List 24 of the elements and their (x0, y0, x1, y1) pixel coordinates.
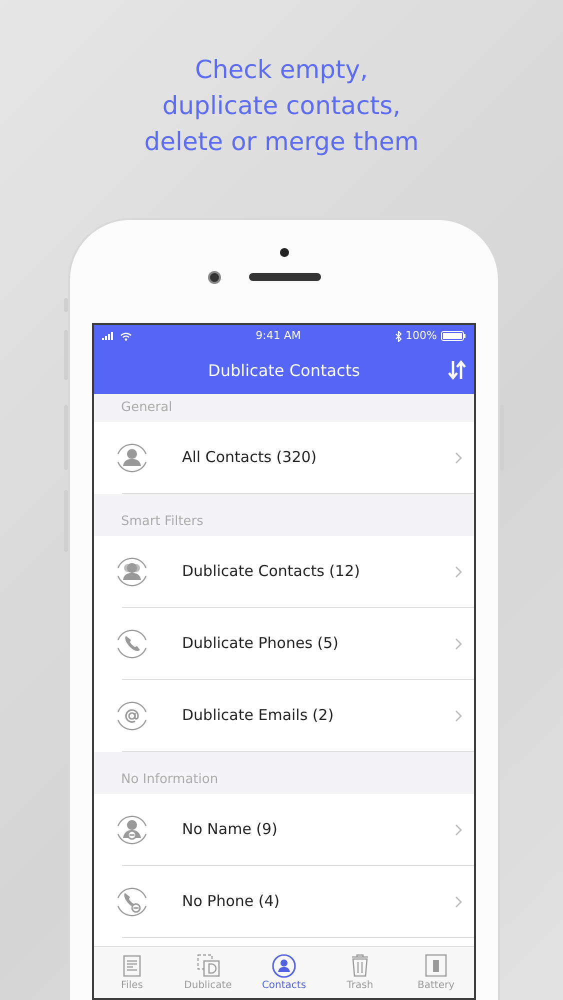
battery-percent: 100% (406, 328, 437, 344)
chevron-icon (455, 710, 462, 722)
battery-icon (441, 331, 466, 341)
battery-icon (423, 952, 449, 978)
chevron-icon (455, 566, 462, 578)
sort-icon[interactable] (448, 360, 466, 380)
screen-title: Dublicate Contacts (208, 360, 360, 382)
section-header: No Information (121, 771, 218, 790)
chevron-icon (455, 896, 462, 908)
wifi-icon (120, 332, 132, 340)
tab-bar-item[interactable]: Contacts (246, 947, 322, 998)
camera-lens (208, 271, 221, 284)
person-icon (271, 952, 297, 978)
bluetooth-icon (394, 330, 402, 342)
earpiece (249, 273, 321, 281)
chevron-icon (455, 638, 462, 650)
headline: Check empty, duplicate contacts, delete or merge them (144, 54, 419, 158)
chevron-icon (455, 824, 462, 836)
status-time: 9:41 AM (254, 328, 302, 344)
section-header: Smart Filters (121, 513, 204, 532)
chevron-icon (455, 452, 462, 464)
section-header: General (121, 399, 172, 418)
sensor-dot (280, 248, 289, 257)
duplicate-icon (195, 952, 221, 978)
